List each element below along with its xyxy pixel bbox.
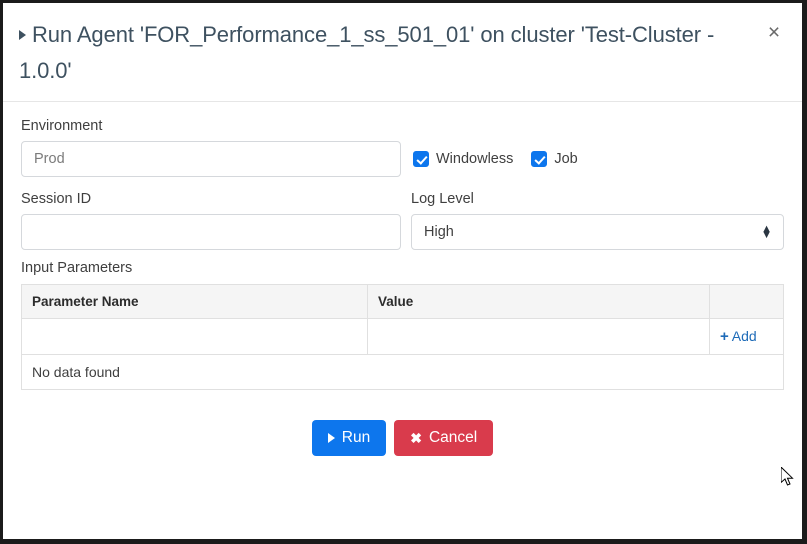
checkbox-windowless-label: Windowless bbox=[436, 151, 514, 167]
input-parameters-label: Input Parameters bbox=[21, 260, 133, 276]
environment-input[interactable] bbox=[21, 141, 401, 177]
modal-dialog: Run Agent 'FOR_Performance_1_ss_501_01' … bbox=[3, 3, 802, 539]
column-header-parameter-name: Parameter Name bbox=[21, 284, 368, 319]
cancel-button[interactable]: ✖ Cancel bbox=[394, 420, 494, 456]
modal-header: Run Agent 'FOR_Performance_1_ss_501_01' … bbox=[3, 3, 802, 102]
play-icon bbox=[327, 433, 335, 443]
empty-message: No data found bbox=[21, 354, 784, 390]
modal-body: Environment Windowless Job bbox=[3, 102, 802, 456]
session-id-input[interactable] bbox=[21, 214, 401, 250]
environment-label: Environment bbox=[21, 118, 103, 134]
checkbox-group: Windowless Job bbox=[413, 141, 596, 177]
cancel-button-label: Cancel bbox=[428, 429, 478, 446]
session-id-field-wrap: Session ID bbox=[21, 191, 401, 250]
modal-title-text: Run Agent 'FOR_Performance_1_ss_501_01' … bbox=[19, 22, 715, 83]
parameters-table-head: Parameter Name Value bbox=[21, 284, 784, 319]
checkbox-checked-icon[interactable] bbox=[531, 151, 548, 167]
input-parameters-section: Input Parameters Parameter Name Value + … bbox=[21, 260, 784, 390]
session-loglevel-row: Session ID Log Level High ▲ ▼ bbox=[21, 191, 784, 250]
environment-row: Environment Windowless Job bbox=[21, 118, 784, 177]
checkbox-checked-icon[interactable] bbox=[413, 151, 429, 167]
cell-action: + Add bbox=[709, 318, 784, 355]
checkbox-windowless[interactable]: Windowless bbox=[413, 151, 513, 167]
log-level-label: Log Level bbox=[411, 191, 474, 207]
checkbox-job[interactable]: Job bbox=[531, 151, 578, 167]
x-icon: ✖ bbox=[410, 430, 422, 446]
plus-icon: + bbox=[720, 328, 729, 345]
run-button[interactable]: Run bbox=[311, 420, 387, 456]
add-parameter-label: Add bbox=[731, 328, 757, 344]
table-header-row: Parameter Name Value bbox=[21, 284, 784, 319]
add-parameter-button[interactable]: + Add bbox=[720, 328, 757, 345]
log-level-select[interactable]: High bbox=[411, 214, 784, 250]
cell-value[interactable] bbox=[367, 318, 710, 355]
checkbox-job-label: Job bbox=[554, 151, 578, 167]
column-header-action bbox=[709, 284, 784, 319]
parameters-table-body: + Add No data found bbox=[21, 318, 784, 390]
caret-right-icon bbox=[19, 30, 26, 41]
modal-title: Run Agent 'FOR_Performance_1_ss_501_01' … bbox=[19, 17, 782, 89]
parameters-table: Parameter Name Value + Add No data found bbox=[21, 284, 784, 390]
modal-footer: Run ✖ Cancel bbox=[21, 420, 784, 456]
browser-window-frame: Run Agent 'FOR_Performance_1_ss_501_01' … bbox=[0, 0, 807, 544]
session-id-label: Session ID bbox=[21, 191, 92, 207]
log-level-field-wrap: Log Level High ▲ ▼ bbox=[411, 191, 784, 250]
table-empty-row: No data found bbox=[21, 354, 784, 390]
table-row: + Add bbox=[21, 318, 784, 355]
environment-field-wrap bbox=[21, 141, 401, 177]
run-button-label: Run bbox=[341, 429, 371, 446]
column-header-value: Value bbox=[367, 284, 710, 319]
cell-parameter-name[interactable] bbox=[21, 318, 368, 355]
close-icon[interactable]: × bbox=[762, 21, 786, 45]
